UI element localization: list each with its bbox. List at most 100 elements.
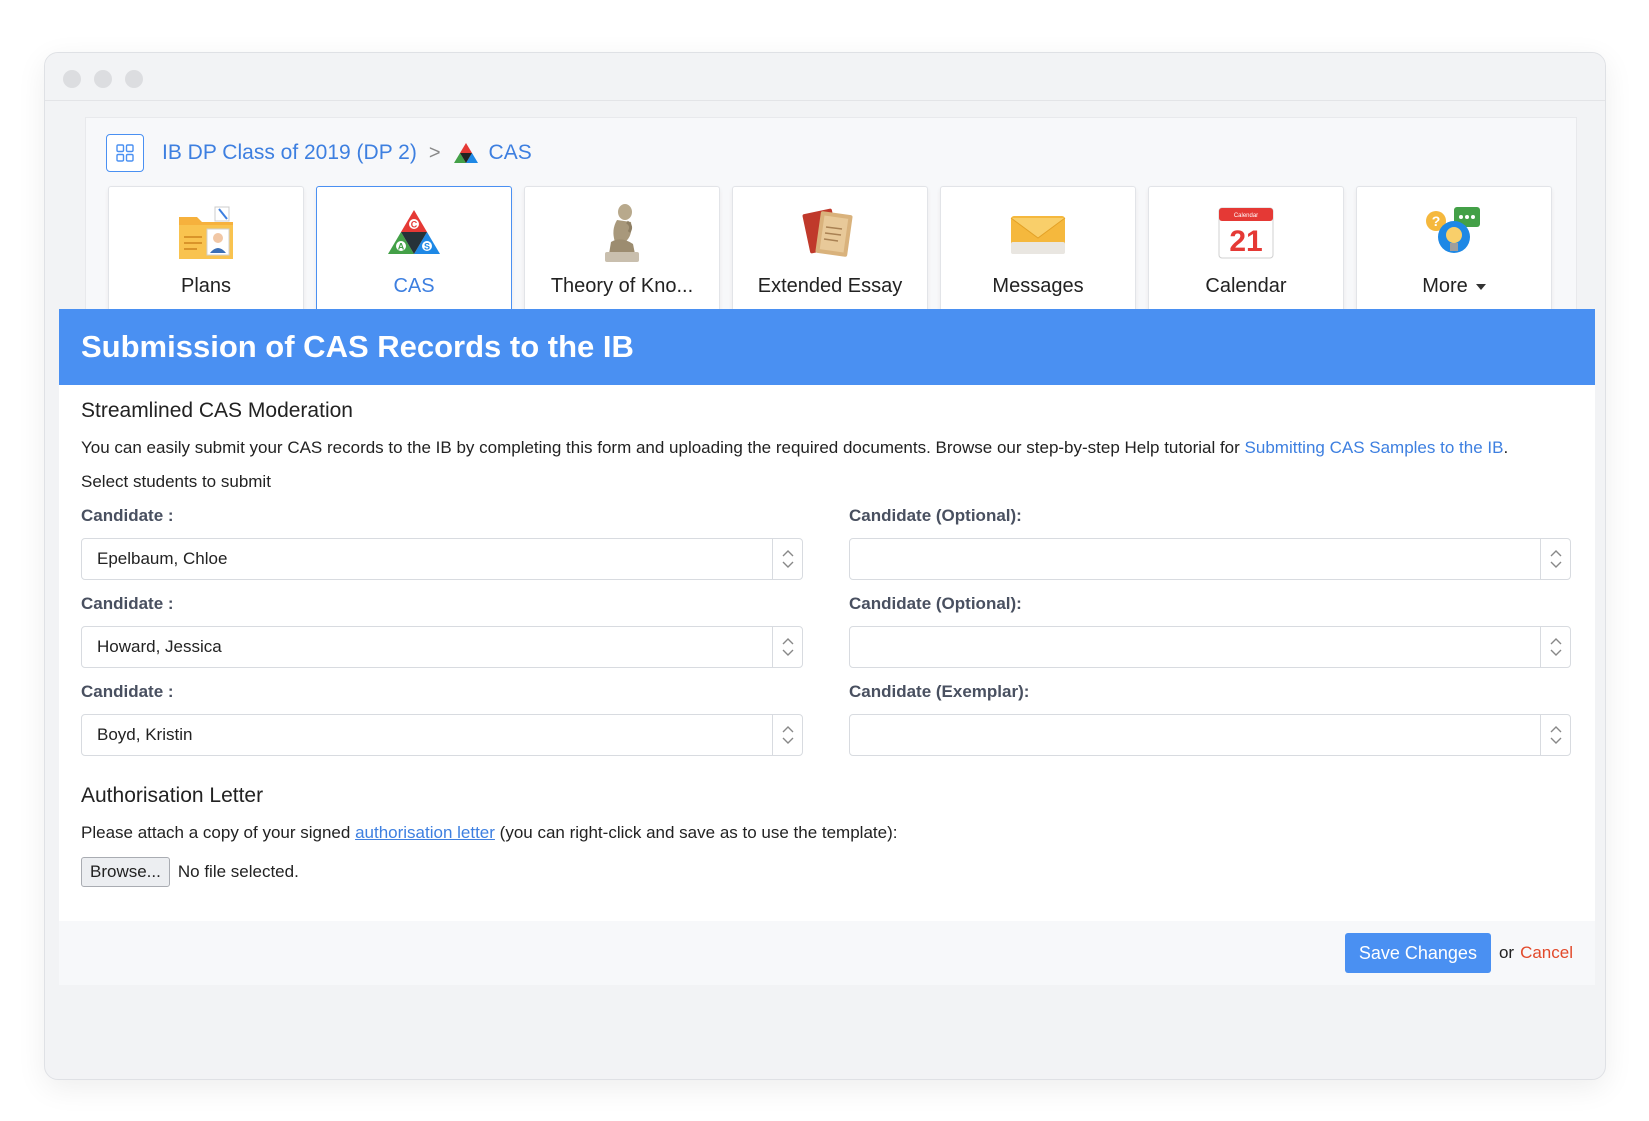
plans-folder-icon bbox=[174, 201, 238, 265]
svg-text:S: S bbox=[424, 242, 430, 252]
page-banner: Submission of CAS Records to the IB bbox=[59, 309, 1595, 385]
tile-label: Plans bbox=[180, 275, 232, 297]
file-upload-row: Browse... No file selected. bbox=[81, 857, 1573, 887]
browse-button[interactable]: Browse... bbox=[81, 857, 170, 887]
candidate-select[interactable] bbox=[849, 714, 1571, 756]
candidate-value bbox=[850, 715, 1540, 755]
submitting-cas-link[interactable]: Submitting CAS Samples to the IB bbox=[1245, 438, 1504, 457]
chevron-up-icon bbox=[1550, 550, 1561, 557]
select-spinner[interactable] bbox=[1540, 539, 1570, 579]
candidate-field-3: Candidate : Boyd, Kristin bbox=[81, 682, 803, 756]
candidate-select[interactable] bbox=[849, 538, 1571, 580]
select-students-label: Select students to submit bbox=[81, 472, 271, 491]
candidate-label: Candidate : bbox=[81, 682, 174, 701]
candidate-select[interactable]: Boyd, Kristin bbox=[81, 714, 803, 756]
cancel-link[interactable]: Cancel bbox=[1520, 943, 1573, 963]
candidate-label: Candidate (Exemplar): bbox=[849, 682, 1030, 701]
tile-extended-essay[interactable]: Extended Essay bbox=[732, 186, 928, 312]
tile-calendar[interactable]: Calendar 21 Calendar bbox=[1148, 186, 1344, 312]
chevron-down-icon bbox=[782, 737, 793, 744]
select-spinner[interactable] bbox=[772, 627, 802, 667]
candidate-label: Candidate : bbox=[81, 506, 174, 525]
tile-label: Messages bbox=[992, 275, 1084, 297]
candidate-value bbox=[850, 539, 1540, 579]
candidate-select[interactable]: Epelbaum, Chloe bbox=[81, 538, 803, 580]
chevron-up-icon bbox=[1550, 726, 1561, 733]
lightbulb-chat-icon: ? bbox=[1422, 201, 1486, 265]
moderation-text: You can easily submit your CAS records t… bbox=[81, 438, 1245, 457]
select-spinner[interactable] bbox=[772, 539, 802, 579]
cas-small-icon bbox=[453, 142, 479, 164]
chevron-down-icon bbox=[782, 561, 793, 568]
candidate-label: Candidate (Optional): bbox=[849, 594, 1022, 613]
calendar-day-text: 21 bbox=[1229, 225, 1262, 258]
window-titlebar bbox=[45, 53, 1605, 101]
candidate-value bbox=[850, 627, 1540, 667]
chevron-up-icon bbox=[782, 638, 793, 645]
more-label: More bbox=[1422, 275, 1468, 297]
tile-theory-of-knowledge[interactable]: Theory of Kno... bbox=[524, 186, 720, 312]
chevron-down-icon bbox=[1550, 561, 1561, 568]
window-maximize-dot[interactable] bbox=[125, 70, 143, 88]
calendar-header-text: Calendar bbox=[1234, 213, 1258, 219]
form-footer: Save Changes or Cancel bbox=[59, 921, 1595, 985]
tile-label: Calendar bbox=[1205, 275, 1287, 297]
tile-more[interactable]: ? More bbox=[1356, 186, 1552, 312]
envelope-icon bbox=[1006, 201, 1070, 265]
tile-messages[interactable]: Messages bbox=[940, 186, 1136, 312]
breadcrumb-class-link[interactable]: IB DP Class of 2019 (DP 2) bbox=[162, 141, 417, 165]
page-title: Submission of CAS Records to the IB bbox=[81, 329, 634, 364]
moderation-text-end: . bbox=[1503, 438, 1509, 457]
calendar-icon: Calendar 21 bbox=[1214, 201, 1278, 265]
candidate-grid: Candidate : Epelbaum, Chloe Candidate (O… bbox=[81, 506, 1573, 770]
select-spinner[interactable] bbox=[772, 715, 802, 755]
svg-text:C: C bbox=[411, 220, 418, 230]
candidate-select[interactable] bbox=[849, 626, 1571, 668]
candidate-optional-field-1: Candidate (Optional): bbox=[849, 506, 1571, 580]
cas-triangle-icon: C A S bbox=[382, 201, 446, 265]
candidate-value: Howard, Jessica bbox=[97, 637, 222, 656]
tile-plans[interactable]: Plans bbox=[108, 186, 304, 312]
chevron-up-icon bbox=[782, 550, 793, 557]
chevron-up-icon bbox=[782, 726, 793, 733]
svg-text:?: ? bbox=[1432, 213, 1441, 229]
tile-label: More bbox=[1422, 275, 1486, 298]
form-body: Streamlined CAS Moderation You can easil… bbox=[59, 385, 1595, 887]
candidate-value: Boyd, Kristin bbox=[97, 725, 193, 744]
tile-label: Theory of Kno... bbox=[550, 275, 694, 297]
select-spinner[interactable] bbox=[1540, 715, 1570, 755]
file-status: No file selected. bbox=[177, 862, 299, 881]
moderation-heading: Streamlined CAS Moderation bbox=[81, 399, 353, 422]
breadcrumb-current[interactable]: CAS bbox=[489, 141, 532, 165]
chevron-down-icon bbox=[782, 649, 793, 656]
candidate-label: Candidate : bbox=[81, 594, 174, 613]
candidate-select[interactable]: Howard, Jessica bbox=[81, 626, 803, 668]
app-tiles: Plans C A S CAS Theory of Kno... Extende… bbox=[108, 186, 1552, 312]
save-changes-button[interactable]: Save Changes bbox=[1344, 933, 1491, 973]
window-close-dot[interactable] bbox=[63, 70, 81, 88]
apps-grid-button[interactable] bbox=[106, 134, 144, 172]
caret-down-icon bbox=[1475, 283, 1486, 290]
navigation-card: IB DP Class of 2019 (DP 2) > CAS Plans C… bbox=[85, 117, 1577, 332]
window-minimize-dot[interactable] bbox=[94, 70, 112, 88]
tile-label: CAS bbox=[393, 275, 435, 297]
chevron-down-icon bbox=[1550, 737, 1561, 744]
breadcrumb-separator: > bbox=[428, 141, 441, 164]
or-text: or bbox=[1498, 943, 1515, 962]
authorisation-text-end: (you can right-click and save as to use … bbox=[494, 823, 898, 842]
tile-cas[interactable]: C A S CAS bbox=[316, 186, 512, 312]
breadcrumb: IB DP Class of 2019 (DP 2) > CAS bbox=[106, 134, 532, 172]
chevron-up-icon bbox=[1550, 638, 1561, 645]
select-spinner[interactable] bbox=[1540, 627, 1570, 667]
candidate-label: Candidate (Optional): bbox=[849, 506, 1022, 525]
candidate-exemplar-field: Candidate (Exemplar): bbox=[849, 682, 1571, 756]
authorisation-description: Please attach a copy of your signed auth… bbox=[81, 820, 1573, 845]
notebook-icon bbox=[798, 201, 862, 265]
moderation-description: You can easily submit your CAS records t… bbox=[81, 435, 1573, 460]
candidate-optional-field-2: Candidate (Optional): bbox=[849, 594, 1571, 668]
submission-panel: Submission of CAS Records to the IB Stre… bbox=[59, 309, 1595, 985]
authorisation-text: Please attach a copy of your signed bbox=[81, 823, 356, 842]
svg-text:A: A bbox=[398, 242, 405, 252]
authorisation-letter-link[interactable]: authorisation letter bbox=[355, 823, 495, 842]
candidate-value: Epelbaum, Chloe bbox=[97, 549, 228, 568]
